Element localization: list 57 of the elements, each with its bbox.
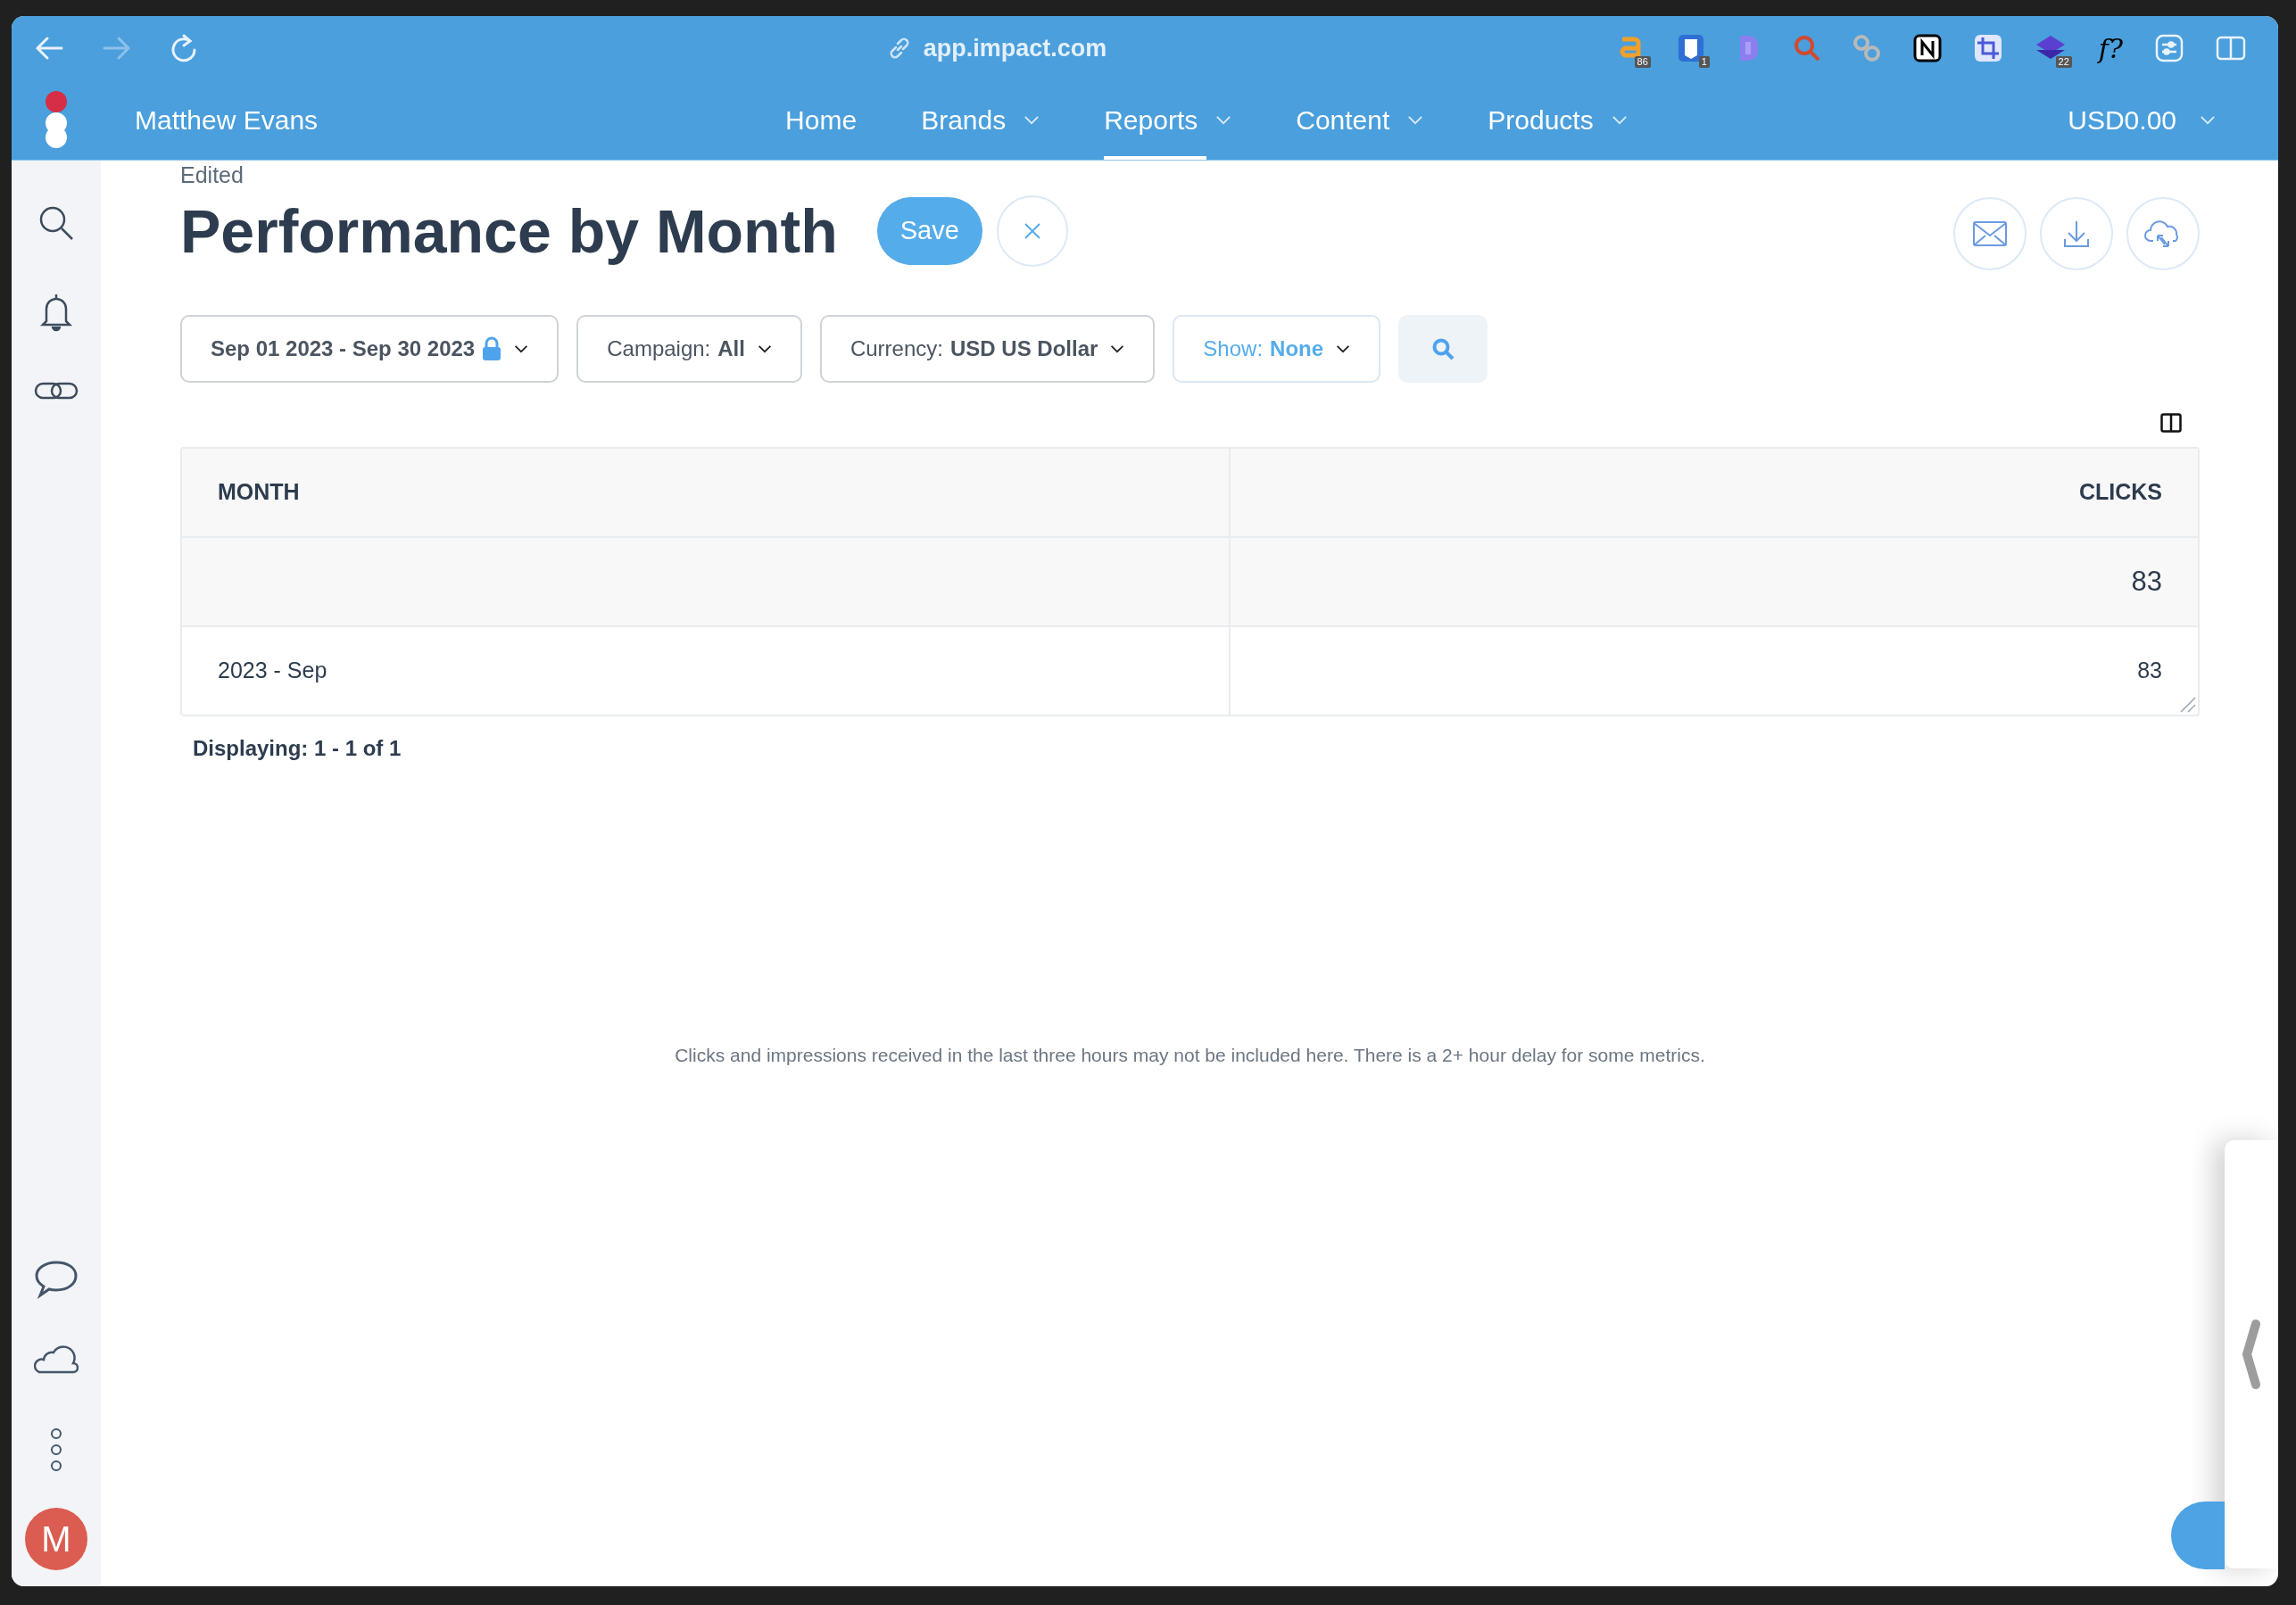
extension-badge: 22 — [2055, 56, 2072, 68]
chevron-down-icon — [757, 344, 772, 353]
extension-badge: 1 — [1698, 56, 1710, 68]
search-button[interactable] — [1398, 315, 1488, 383]
more-icon[interactable] — [50, 1427, 62, 1472]
logo-icon[interactable] — [44, 90, 69, 150]
envelope-icon — [1973, 221, 2007, 246]
filter-dropdown[interactable]: Campaign: All — [576, 315, 802, 383]
column-header: CLICKS — [2078, 478, 2162, 507]
resize-handle-icon[interactable] — [2178, 695, 2196, 713]
account-name[interactable]: Matthew Evans — [135, 100, 319, 140]
cloud-sync-button[interactable] — [2126, 197, 2200, 270]
notion-icon[interactable] — [1912, 34, 1942, 62]
close-icon — [1023, 222, 1041, 240]
chevron-down-icon — [514, 344, 529, 353]
settings-icon[interactable] — [2155, 34, 2184, 62]
nav-tab[interactable]: Brands — [896, 80, 1065, 160]
link-icon[interactable] — [34, 380, 79, 401]
table-cell-text: 83 — [2137, 657, 2162, 685]
search-icon — [1431, 337, 1455, 360]
chevron-down-icon — [1110, 344, 1125, 353]
extension-badge: 86 — [1634, 56, 1651, 68]
balance-dropdown[interactable]: USD0.00 — [2068, 100, 2216, 140]
columns-icon[interactable] — [2160, 413, 2182, 433]
chat-icon[interactable] — [34, 1260, 79, 1299]
filter-dropdown[interactable]: Currency: USD US Dollar — [819, 315, 1156, 383]
nav-tab[interactable]: Reports — [1079, 80, 1257, 160]
chevron-down-icon — [2200, 115, 2216, 125]
reload-icon[interactable] — [170, 34, 197, 62]
download-icon — [2063, 219, 2090, 248]
chain-icon[interactable] — [1852, 34, 1881, 62]
cloud-icon[interactable] — [34, 1344, 79, 1374]
nav-tab[interactable]: Products — [1463, 80, 1653, 160]
filter-dropdown[interactable]: Show: None — [1173, 315, 1381, 383]
crop-icon[interactable] — [1973, 34, 2002, 62]
back-icon[interactable] — [35, 36, 63, 61]
search-icon[interactable] — [38, 205, 74, 241]
edit-status: Edited — [180, 164, 245, 186]
chevron-down-icon — [1336, 344, 1351, 353]
filter-dropdown[interactable]: Sep 01 2023 - Sep 30 2023 — [180, 315, 559, 383]
nav-tab[interactable]: Content — [1271, 80, 1449, 160]
table-cell-text: 2023 - Sep — [218, 657, 327, 685]
delay-notice: Clicks and impressions received in the last three hours may not be included here. There is a 2+ hour delay for some metrics. — [675, 1044, 1705, 1067]
help-button[interactable] — [2171, 1502, 2225, 1569]
save-button[interactable]: Save — [876, 197, 982, 265]
extension-label[interactable]: f? — [2098, 28, 2123, 69]
sidebar-toggle-icon[interactable] — [2216, 36, 2246, 61]
total-cell-text: 83 — [2131, 564, 2162, 599]
column-header: MONTH — [218, 478, 300, 507]
user-avatar[interactable]: M — [25, 1508, 87, 1570]
nav-tab[interactable]: Home — [760, 80, 883, 160]
pagination-summary: Displaying: 1 - 1 of 1 — [193, 735, 402, 762]
email-button[interactable] — [1953, 197, 2027, 270]
forward-icon[interactable] — [103, 36, 131, 61]
collapse-chevron-icon[interactable] — [2242, 1319, 2261, 1390]
download-button[interactable] — [2040, 197, 2113, 270]
url-field[interactable]: app.impact.com — [923, 29, 1107, 67]
